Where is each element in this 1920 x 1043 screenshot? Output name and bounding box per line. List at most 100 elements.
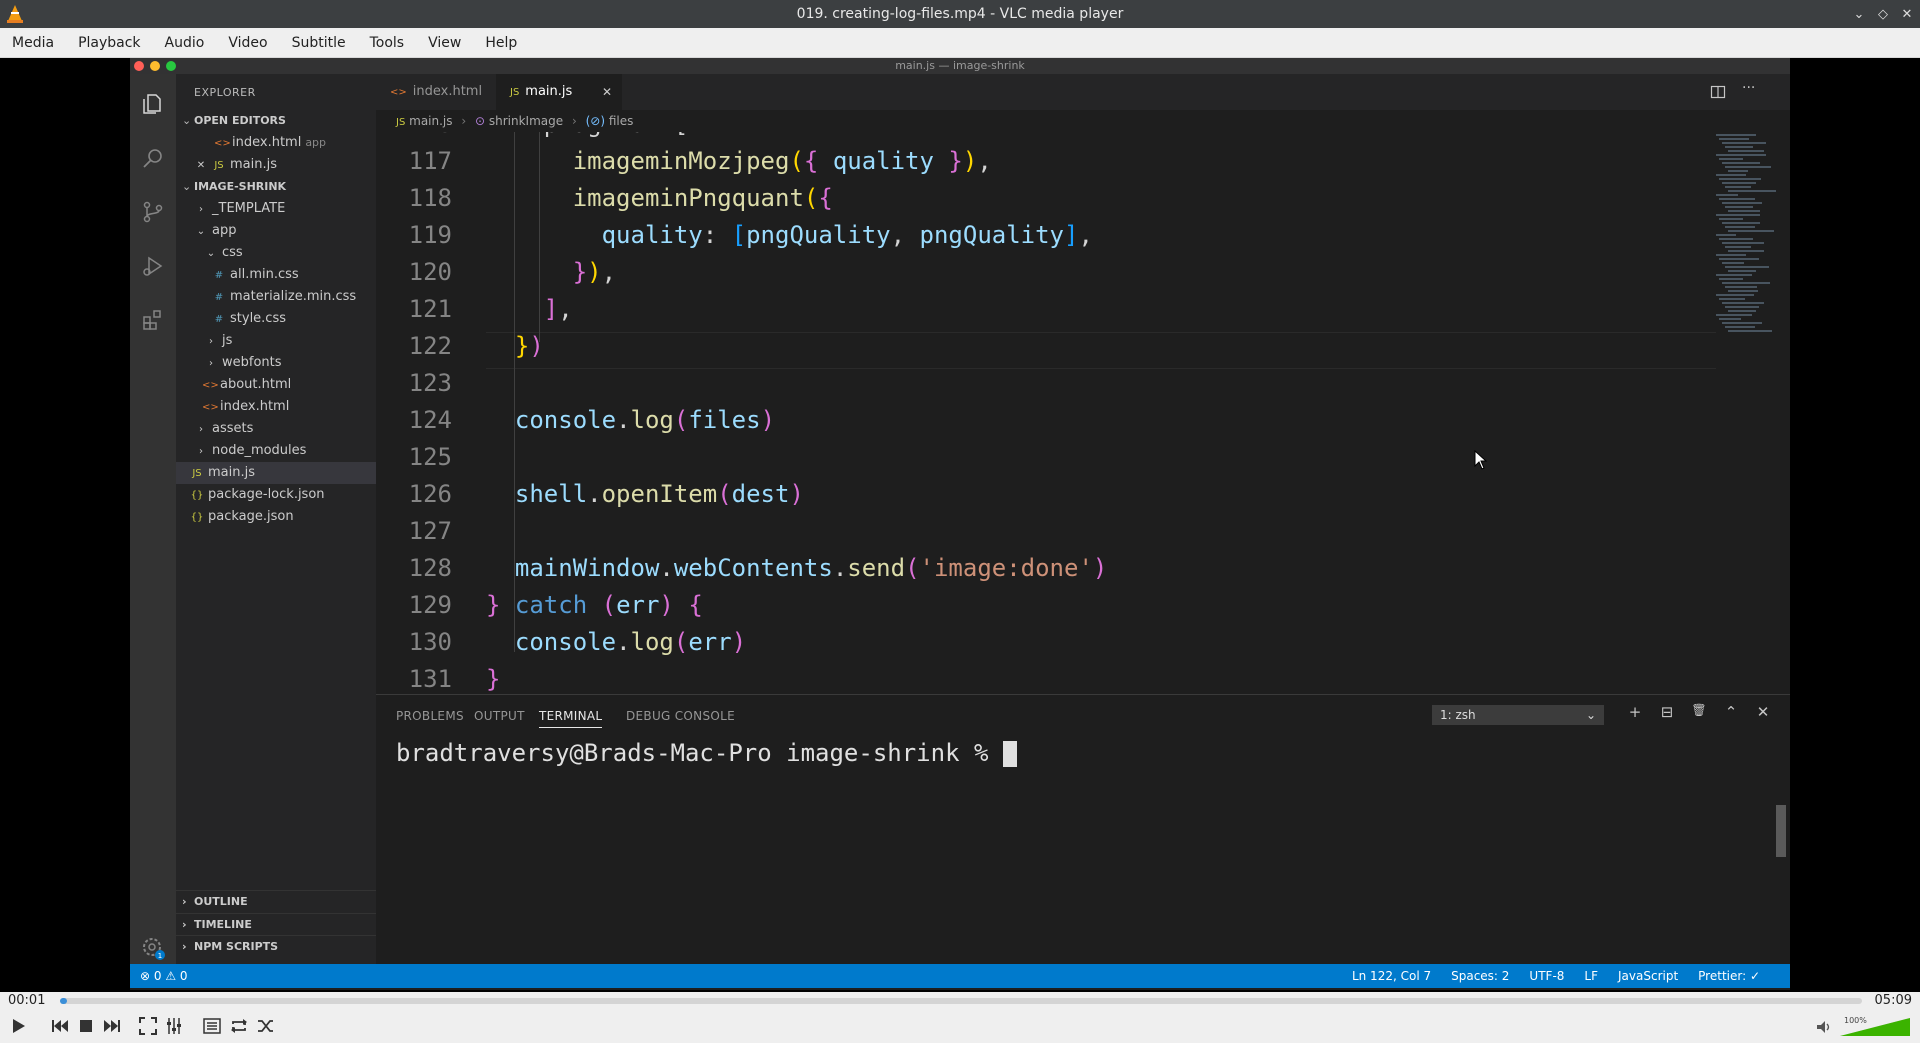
play-button[interactable] bbox=[6, 1014, 30, 1038]
fullscreen-button[interactable] bbox=[136, 1014, 160, 1038]
encoding[interactable]: UTF-8 bbox=[1529, 964, 1564, 988]
code-line: 125 bbox=[376, 439, 1716, 476]
file-name: main.js bbox=[230, 157, 277, 172]
video-area[interactable]: main.js — image-shrink 1 EXPLORER ⌄ OPEN … bbox=[0, 58, 1920, 992]
js-file-icon: JS bbox=[396, 117, 406, 128]
close-icon[interactable]: ✕ bbox=[194, 155, 208, 177]
speaker-icon[interactable] bbox=[1816, 1020, 1832, 1034]
close-tab-icon[interactable]: ✕ bbox=[602, 74, 612, 110]
split-terminal-icon[interactable]: ⊟ bbox=[1658, 703, 1676, 721]
prettier-status[interactable]: Prettier: ✓ bbox=[1698, 964, 1760, 988]
project-section[interactable]: ⌄ IMAGE-SHRINK bbox=[176, 176, 376, 198]
code-editor[interactable]: 116 plugins: [117 imageminMozjpeg({ qual… bbox=[376, 132, 1716, 692]
vlc-title-bar: 019. creating-log-files.mp4 - VLC media … bbox=[0, 0, 1920, 28]
open-editor-item[interactable]: ✕ JS main.js bbox=[176, 154, 376, 176]
next-button[interactable] bbox=[100, 1014, 124, 1038]
tree-folder-node-modules[interactable]: › node_modules bbox=[176, 440, 376, 462]
indentation[interactable]: Spaces: 2 bbox=[1451, 964, 1509, 988]
previous-button[interactable] bbox=[48, 1014, 72, 1038]
volume-slider[interactable]: 100% bbox=[1840, 1014, 1910, 1038]
breadcrumb-file[interactable]: main.js bbox=[409, 114, 452, 128]
terminal-scrollbar[interactable] bbox=[1776, 805, 1786, 857]
terminal-select[interactable]: 1: zsh ⌄ bbox=[1432, 705, 1604, 725]
minimap-line bbox=[1728, 230, 1774, 232]
tree-file[interactable]: {} package-lock.json bbox=[176, 484, 376, 506]
open-editor-item[interactable]: <>index.html app bbox=[176, 132, 376, 154]
tree-file[interactable]: <>index.html bbox=[176, 396, 376, 418]
tree-file[interactable]: <>about.html bbox=[176, 374, 376, 396]
tree-folder-assets[interactable]: › assets bbox=[176, 418, 376, 440]
code-line: 131} bbox=[376, 661, 1716, 692]
editor-scrollbar[interactable] bbox=[1776, 132, 1788, 692]
tree-file[interactable]: # materialize.min.css bbox=[176, 286, 376, 308]
cursor-position[interactable]: Ln 122, Col 7 bbox=[1352, 964, 1431, 988]
timeline-section[interactable]: › TIMELINE bbox=[176, 913, 376, 935]
menu-view[interactable]: View bbox=[416, 28, 473, 58]
stop-button[interactable] bbox=[74, 1014, 98, 1038]
css-file-icon: # bbox=[214, 292, 224, 303]
shuffle-button[interactable] bbox=[254, 1014, 278, 1038]
tree-file[interactable]: # style.css bbox=[176, 308, 376, 330]
close-button[interactable]: ✕ bbox=[1900, 7, 1914, 22]
split-editor-icon[interactable] bbox=[1710, 84, 1726, 100]
terminal-output[interactable]: bradtraversy@Brads-Mac-Pro image-shrink … bbox=[396, 739, 1017, 767]
new-terminal-icon[interactable]: + bbox=[1626, 703, 1644, 721]
loop-button[interactable] bbox=[227, 1014, 251, 1038]
tree-folder-app[interactable]: ⌄ app bbox=[176, 220, 376, 242]
minimize-button[interactable]: ⌄ bbox=[1852, 7, 1866, 22]
tab-debug-console[interactable]: DEBUG CONSOLE bbox=[626, 709, 735, 723]
minimap-line bbox=[1728, 310, 1756, 312]
minimap[interactable] bbox=[1716, 132, 1776, 382]
minimap-line bbox=[1728, 290, 1758, 292]
menu-audio[interactable]: Audio bbox=[153, 28, 217, 58]
tree-file-selected[interactable]: JS main.js bbox=[176, 462, 376, 484]
line-number: 126 bbox=[408, 480, 452, 508]
npm-scripts-section[interactable]: › NPM SCRIPTS bbox=[176, 935, 376, 957]
volume-label: 100% bbox=[1844, 1016, 1867, 1025]
tab-label: main.js bbox=[525, 84, 573, 99]
tree-folder-webfonts[interactable]: › webfonts bbox=[176, 352, 376, 374]
window-controls: ⌄ ◇ ✕ bbox=[1852, 0, 1914, 28]
breadcrumb-variable[interactable]: files bbox=[609, 114, 634, 128]
seek-slider[interactable] bbox=[60, 998, 1862, 1004]
traffic-lights bbox=[134, 61, 176, 71]
tab-main-js[interactable]: JS main.js ✕ bbox=[496, 74, 622, 110]
tab-problems[interactable]: PROBLEMS bbox=[396, 709, 464, 723]
run-debug-icon bbox=[143, 256, 163, 276]
tree-file[interactable]: {} package.json bbox=[176, 506, 376, 528]
tab-label: index.html bbox=[412, 84, 483, 99]
trash-icon[interactable]: 🗑 bbox=[1690, 703, 1708, 717]
open-editors-section[interactable]: ⌄ OPEN EDITORS bbox=[176, 110, 376, 132]
tree-file[interactable]: # all.min.css bbox=[176, 264, 376, 286]
status-right: Ln 122, Col 7 Spaces: 2 UTF-8 LF JavaScr… bbox=[1352, 964, 1760, 988]
menu-playback[interactable]: Playback bbox=[66, 28, 152, 58]
more-actions-icon[interactable]: ··· bbox=[1742, 80, 1755, 96]
problems-count[interactable]: ⊗ 0 ⚠ 0 bbox=[140, 964, 188, 988]
tree-folder-js[interactable]: › js bbox=[176, 330, 376, 352]
tree-folder-css[interactable]: ⌄ css bbox=[176, 242, 376, 264]
playback-controls: 100% bbox=[0, 1010, 1920, 1043]
minimap-line bbox=[1725, 226, 1755, 228]
outline-section[interactable]: › OUTLINE bbox=[176, 890, 376, 912]
minimap-line bbox=[1728, 190, 1776, 192]
maximize-panel-icon[interactable]: ⌃ bbox=[1722, 703, 1740, 721]
js-file-icon: JS bbox=[214, 160, 224, 171]
language-mode[interactable]: JavaScript bbox=[1618, 964, 1678, 988]
tree-folder-template[interactable]: › _TEMPLATE bbox=[176, 198, 376, 220]
breadcrumb-function[interactable]: shrinkImage bbox=[489, 114, 563, 128]
close-panel-icon[interactable]: ✕ bbox=[1754, 703, 1772, 721]
maximize-button[interactable]: ◇ bbox=[1876, 7, 1890, 22]
extended-settings-button[interactable] bbox=[162, 1014, 186, 1038]
line-ending[interactable]: LF bbox=[1584, 964, 1598, 988]
minimap-line bbox=[1728, 170, 1748, 172]
menu-subtitle[interactable]: Subtitle bbox=[280, 28, 358, 58]
playlist-button[interactable] bbox=[200, 1014, 224, 1038]
menu-tools[interactable]: Tools bbox=[358, 28, 417, 58]
tab-terminal[interactable]: TERMINAL bbox=[539, 709, 603, 728]
menu-media[interactable]: Media bbox=[0, 28, 66, 58]
tab-output[interactable]: OUTPUT bbox=[474, 709, 525, 723]
menu-video[interactable]: Video bbox=[216, 28, 279, 58]
tab-index-html[interactable]: <> index.html bbox=[376, 74, 496, 110]
minimap-line bbox=[1722, 242, 1764, 244]
menu-help[interactable]: Help bbox=[473, 28, 529, 58]
